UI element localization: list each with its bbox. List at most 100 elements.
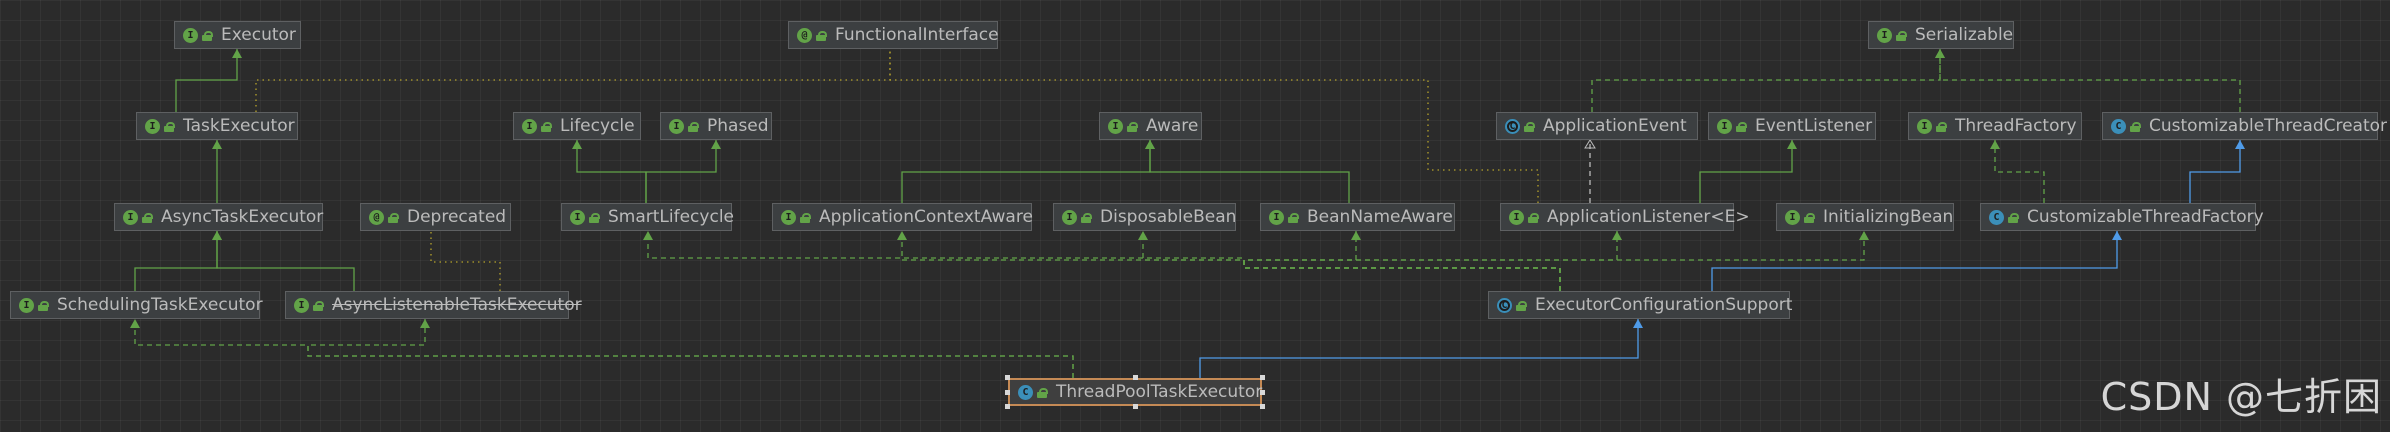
edge-smart-lifecycle-to-phased (645, 140, 717, 203)
node-label: CustomizableThreadFactory (2027, 207, 2264, 227)
node-phased[interactable]: I Phased (660, 112, 772, 140)
node-application-context-aware[interactable]: I ApplicationContextAware (772, 203, 1033, 231)
abstract-icon: C (1505, 118, 1520, 134)
node-lifecycle[interactable]: I Lifecycle (513, 112, 641, 140)
public-visibility-icon (313, 300, 324, 311)
node-thread-pool-task-executor[interactable]: C ThreadPoolTaskExecutor (1008, 378, 1262, 406)
node-label: AsyncListenableTaskExecutor (332, 295, 582, 315)
node-scheduling-task-executor[interactable]: I SchedulingTaskExecutor (10, 291, 263, 319)
node-label: AsyncTaskExecutor (161, 207, 324, 227)
node-label: CustomizableThreadCreator (2149, 116, 2388, 136)
edge-arrowhead (1612, 231, 1622, 240)
interface-icon: I (570, 209, 585, 225)
edge-arrowhead (1787, 140, 1797, 149)
edge-customizable-thread-factory-to-customizable-thread-creator (2189, 140, 2241, 203)
node-label: Serializable (1915, 25, 2014, 45)
node-disposable-bean[interactable]: I DisposableBean (1053, 203, 1236, 231)
node-customizable-thread-factory[interactable]: C CustomizableThreadFactory (1980, 203, 2264, 231)
node-label: DisposableBean (1100, 207, 1237, 227)
node-label: Phased (707, 116, 769, 136)
public-visibility-icon (1804, 212, 1815, 223)
node-label: FunctionalInterface (835, 25, 999, 45)
node-label: BeanNameAware (1307, 207, 1453, 227)
edge-arrowhead (2112, 231, 2122, 240)
edge-executor-configuration-support-to-application-context-aware (901, 231, 1561, 291)
edge-arrowhead (1859, 231, 1869, 240)
edge-bean-name-aware-to-aware (1149, 140, 1350, 203)
node-thread-factory[interactable]: I ThreadFactory (1908, 112, 2082, 140)
node-initializing-bean[interactable]: I InitializingBean (1776, 203, 1954, 231)
public-visibility-icon (688, 121, 699, 132)
edge-task-executor-to-executor (175, 49, 238, 112)
node-functional-interface[interactable]: @ FunctionalInterface (788, 21, 999, 49)
public-visibility-icon (1528, 212, 1539, 223)
edge-async-listenable-task-executor-to-async-task-executor (216, 231, 355, 291)
edge-arrowhead (130, 319, 140, 328)
node-event-listener[interactable]: I EventListener (1708, 112, 1876, 140)
edge-executor-configuration-support-to-bean-name-aware (1243, 231, 1561, 291)
edge-smart-lifecycle-to-lifecycle (576, 140, 647, 203)
node-customizable-thread-creator[interactable]: C CustomizableThreadCreator (2102, 112, 2387, 140)
public-visibility-icon (1037, 387, 1048, 398)
node-label: SmartLifecycle (608, 207, 734, 227)
edge-arrowhead (420, 319, 430, 328)
selection-handle[interactable] (1260, 390, 1265, 395)
selection-handle[interactable] (1005, 390, 1010, 395)
node-executor[interactable]: I Executor (174, 21, 301, 49)
public-visibility-icon (1936, 121, 1947, 132)
public-visibility-icon (164, 121, 175, 132)
interface-icon: I (19, 297, 34, 313)
interface-icon: I (522, 118, 537, 134)
class-icon: C (1018, 384, 1033, 400)
node-label: InitializingBean (1823, 207, 1954, 227)
edge-executor-configuration-support-to-smart-lifecycle (647, 231, 1561, 291)
selection-handle[interactable] (1260, 375, 1265, 380)
edge-application-event-to-serializable (1591, 49, 1941, 112)
edge-arrowhead (897, 231, 907, 240)
node-application-listener[interactable]: I ApplicationListener<E> (1500, 203, 1750, 231)
abstract-icon: C (1497, 297, 1512, 313)
edge-arrowhead (1351, 231, 1361, 240)
node-async-listenable-task-executor[interactable]: I AsyncListenableTaskExecutor (285, 291, 582, 319)
node-label: ApplicationListener<E> (1547, 207, 1750, 227)
edge-executor-configuration-support-to-customizable-thread-factory (1711, 231, 2118, 291)
interface-icon: I (123, 209, 138, 225)
interface-icon: I (183, 27, 198, 43)
edge-application-context-aware-to-aware (901, 140, 1151, 203)
node-label: Lifecycle (560, 116, 635, 136)
node-serializable[interactable]: I Serializable (1868, 21, 2014, 49)
public-visibility-icon (1516, 300, 1527, 311)
public-visibility-icon (1736, 121, 1747, 132)
node-bean-name-aware[interactable]: I BeanNameAware (1260, 203, 1455, 231)
node-executor-configuration-support[interactable]: C ExecutorConfigurationSupport (1488, 291, 1792, 319)
selection-handle[interactable] (1005, 375, 1010, 380)
node-application-event[interactable]: C ApplicationEvent (1496, 112, 1698, 140)
uml-diagram-canvas[interactable]: I Executor @ FunctionalInterface I Serializab… (0, 0, 2390, 432)
node-smart-lifecycle[interactable]: I SmartLifecycle (561, 203, 734, 231)
edge-arrowhead (1633, 319, 1643, 328)
edge-arrowhead (1145, 140, 1155, 149)
node-deprecated[interactable]: @ Deprecated (360, 203, 511, 231)
selection-handle[interactable] (1260, 404, 1265, 409)
class-icon: C (1989, 209, 2004, 225)
edge-executor-configuration-support-to-initializing-bean (1243, 231, 1865, 291)
edge-async-listenable-task-executor-to-deprecated (430, 231, 501, 291)
edge-arrowhead (572, 140, 582, 149)
node-task-executor[interactable]: I TaskExecutor (136, 112, 298, 140)
class-icon: C (2111, 118, 2126, 134)
edge-customizable-thread-creator-to-serializable (1939, 49, 2241, 112)
interface-icon: I (669, 118, 684, 134)
selection-handle[interactable] (1133, 404, 1138, 409)
selection-handle[interactable] (1133, 375, 1138, 380)
edge-arrowhead (212, 231, 222, 240)
annotation-icon: @ (369, 209, 384, 225)
public-visibility-icon (589, 212, 600, 223)
selection-handle[interactable] (1005, 404, 1010, 409)
public-visibility-icon (1896, 30, 1907, 41)
node-async-task-executor[interactable]: I AsyncTaskExecutor (114, 203, 323, 231)
edge-customizable-thread-factory-to-thread-factory (1994, 140, 2045, 203)
edge-thread-pool-task-executor-to-executor-configuration-support (1199, 319, 1639, 378)
public-visibility-icon (541, 121, 552, 132)
interface-icon: I (1509, 209, 1524, 225)
node-aware[interactable]: I Aware (1099, 112, 1202, 140)
